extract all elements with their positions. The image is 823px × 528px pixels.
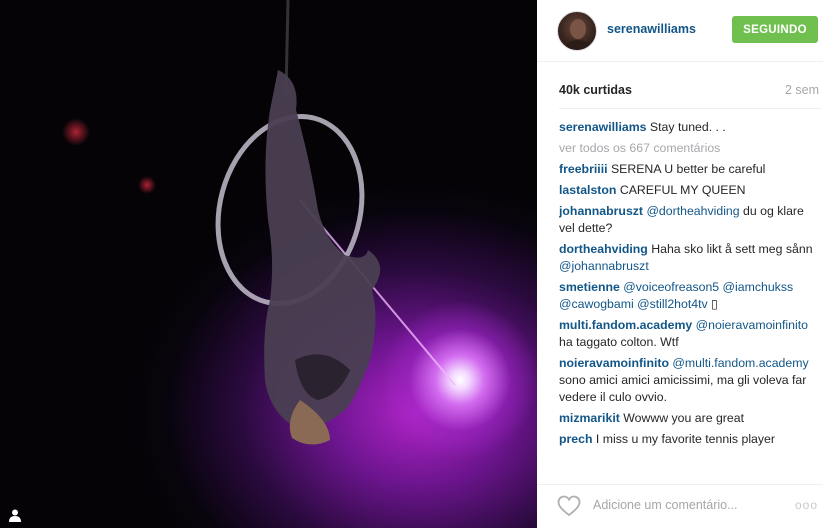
user-tag-icon[interactable] — [8, 508, 22, 522]
comment-text: CAREFUL MY QUEEN — [616, 183, 746, 197]
list-item: smetienne @voiceofreason5 @iamchukss @ca… — [559, 279, 821, 313]
comment-text: Stay tuned. . . — [646, 120, 726, 134]
post-photo[interactable] — [0, 0, 537, 528]
comment-text: ha taggato colton. Wtf — [559, 335, 679, 349]
comment-username[interactable]: johannabruszt — [559, 204, 643, 218]
likes-count[interactable]: 40k curtidas — [559, 83, 632, 97]
comment-mention[interactable]: @johannabruszt — [559, 259, 649, 273]
list-item: lastalston CAREFUL MY QUEEN — [559, 182, 821, 199]
list-item: mizmarikit Wowww you are great — [559, 410, 821, 427]
more-options-button[interactable]: ooo — [795, 498, 818, 512]
comment-text: I miss u my favorite tennis player — [592, 432, 775, 446]
comment-username[interactable]: freebriiii — [559, 162, 608, 176]
aerial-hoop-performer — [215, 0, 456, 445]
comment-username[interactable]: dortheahviding — [559, 242, 648, 256]
post-side-panel: serenawilliams SEGUINDO 40k curtidas 2 s… — [537, 0, 823, 528]
comment-username[interactable]: multi.fandom.academy — [559, 318, 692, 332]
comment-username[interactable]: serenawilliams — [559, 120, 647, 134]
comment-text: Wowww you are great — [619, 411, 744, 425]
post-footer: Adicione um comentário... ooo — [537, 484, 823, 528]
comment-username[interactable]: noieravamoinfinito — [559, 356, 669, 370]
caption: serenawilliams Stay tuned. . . — [559, 119, 821, 136]
comments-list: serenawilliams Stay tuned. . . ver todos… — [559, 108, 821, 468]
comment-username[interactable]: prech — [559, 432, 593, 446]
list-item: prech I miss u my favorite tennis player — [559, 431, 821, 448]
list-item: noieravamoinfinito @multi.fandom.academy… — [559, 355, 821, 406]
comment-mention[interactable]: @dortheahviding — [643, 204, 739, 218]
list-item: freebriiii SERENA U better be careful — [559, 161, 821, 178]
comment-mention[interactable]: @multi.fandom.academy — [669, 356, 808, 370]
post-header: serenawilliams SEGUINDO — [537, 0, 823, 62]
view-all-comments-link[interactable]: ver todos os 667 comentários — [559, 140, 821, 157]
comment-username[interactable]: lastalston — [559, 183, 616, 197]
comment-text: sono amici amici amicissimi, ma gli vole… — [559, 373, 807, 404]
heart-icon[interactable] — [557, 495, 581, 517]
post-author-username[interactable]: serenawilliams — [607, 22, 696, 36]
likes-row: 40k curtidas 2 sem — [559, 83, 819, 101]
add-comment-input[interactable]: Adicione um comentário... — [593, 498, 738, 512]
comment-mention[interactable]: @noieravamoinfinito — [692, 318, 808, 332]
comment-text: Haha sko likt å sett meg sånn — [647, 242, 813, 256]
avatar[interactable] — [557, 11, 597, 51]
comment-text: SERENA U better be careful — [607, 162, 766, 176]
list-item: multi.fandom.academy @noieravamoinfinito… — [559, 317, 821, 351]
post-time[interactable]: 2 sem — [785, 83, 819, 97]
list-item: dortheahviding Haha sko likt å sett meg … — [559, 241, 821, 275]
comment-username[interactable]: smetienne — [559, 280, 620, 294]
comment-text: ▯ — [707, 297, 718, 311]
following-button[interactable]: SEGUINDO — [732, 16, 818, 43]
list-item: johannabruszt @dortheahviding du og klar… — [559, 203, 821, 237]
comment-username[interactable]: mizmarikit — [559, 411, 620, 425]
